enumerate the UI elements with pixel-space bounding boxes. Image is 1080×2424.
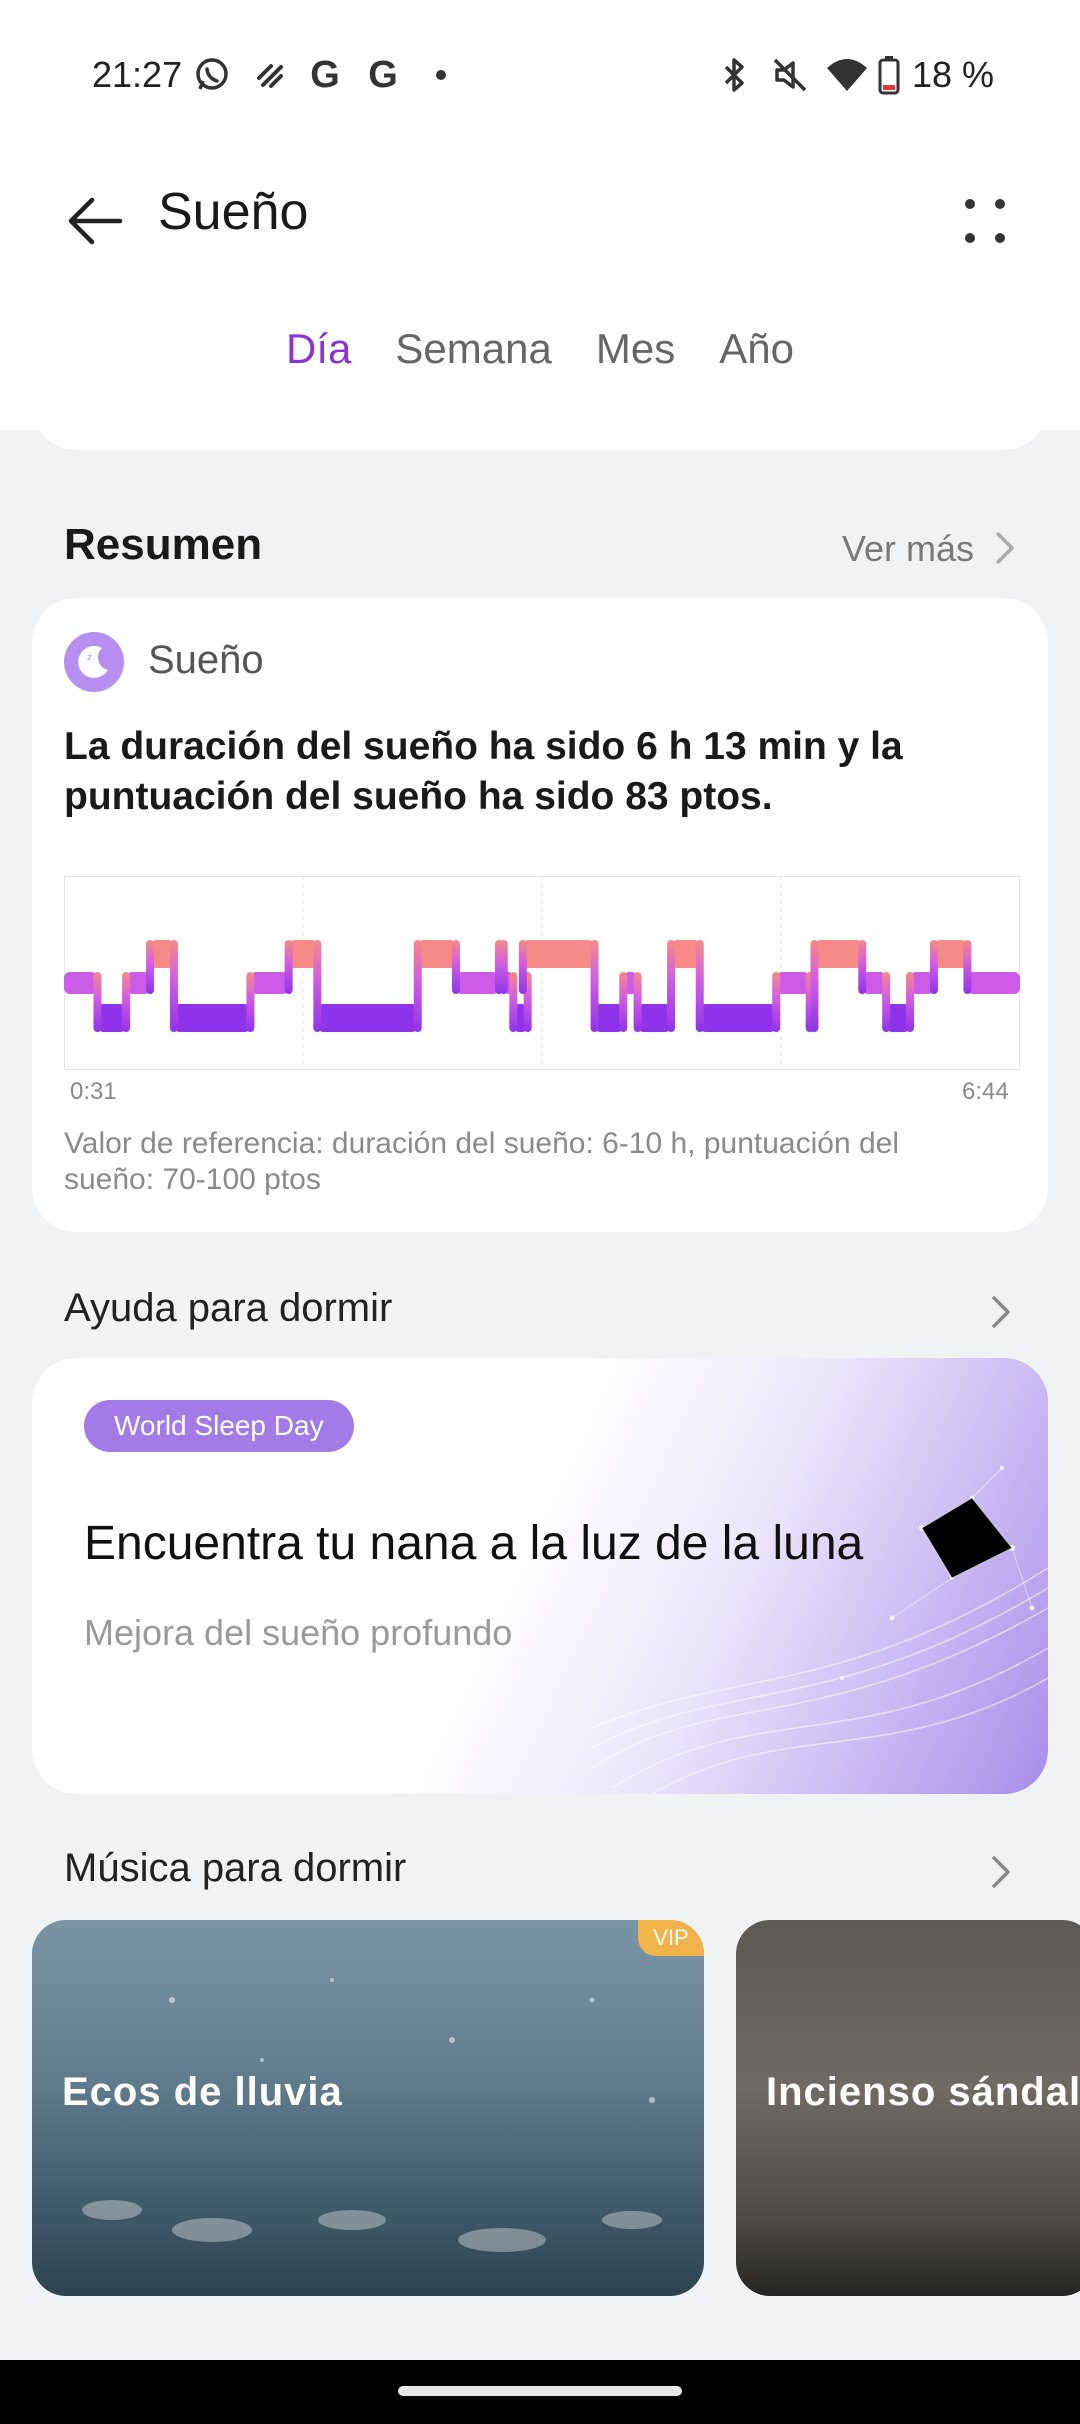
chevron-right-icon[interactable] [980, 1292, 1020, 1332]
chevron-right-icon[interactable] [980, 1852, 1020, 1892]
mute-icon [768, 52, 812, 98]
google-icon: G [310, 53, 340, 96]
sleep-stage-deep [637, 1004, 672, 1032]
sleep-stage-deep [594, 1004, 624, 1032]
music-card-incense[interactable]: Incienso sándal [736, 1920, 1080, 2296]
stage-transition [882, 972, 891, 1032]
sleep-help-banner[interactable]: World Sleep Day Encuentra tu nana a la l… [32, 1358, 1048, 1794]
home-handle[interactable] [398, 2386, 682, 2396]
stage-transition [772, 972, 781, 1032]
stage-transition [619, 972, 628, 1032]
music-title: Incienso sándal [766, 2070, 1080, 2114]
moon-icon: z [64, 632, 124, 692]
stage-transition [810, 940, 819, 1032]
sleep-stage-chart [64, 876, 1020, 1070]
sleep-stage-light [776, 972, 810, 994]
chevron-right-icon[interactable] [984, 528, 1024, 568]
stage-transition [858, 940, 867, 994]
stage-transition [413, 940, 422, 1032]
sleep-stage-deep [97, 1004, 127, 1032]
sleep-stage-REM [933, 940, 968, 968]
chart-start-time: 0:31 [70, 1078, 117, 1105]
stage-transition [169, 940, 178, 1032]
sleep-stage-deep [173, 1004, 251, 1032]
stage-transition [518, 940, 527, 994]
svg-text:z: z [87, 653, 92, 663]
battery-icon [874, 52, 904, 98]
stage-transition [667, 940, 676, 1032]
chart-end-time: 6:44 [962, 1078, 1009, 1105]
music-title: Ecos de lluvia [62, 2070, 343, 2114]
sleep-music-heading[interactable]: Música para dormir [64, 1846, 406, 1891]
reference-values: Valor de referencia: duración del sueño:… [64, 1127, 900, 1196]
app-icon [250, 52, 290, 98]
stage-transition [146, 940, 155, 994]
wifi-icon [824, 52, 870, 98]
world-sleep-day-badge: World Sleep Day [84, 1400, 354, 1452]
stage-transition [313, 940, 322, 1032]
stage-transition [633, 972, 642, 1032]
stage-transition [695, 940, 704, 1032]
stage-transition [93, 972, 102, 1032]
app-bar: Sueño [0, 160, 1080, 280]
sleep-stage-deep [699, 1004, 777, 1032]
see-more-link[interactable]: Ver más [842, 528, 974, 570]
previous-card-bottom [32, 380, 1048, 450]
stage-transition [499, 940, 508, 994]
sleep-stage-REM [522, 940, 595, 968]
more-options-icon[interactable] [950, 188, 1020, 258]
stage-transition [284, 940, 293, 994]
stage-transition [246, 972, 255, 1032]
back-arrow-icon[interactable] [62, 186, 132, 256]
sleep-summary-text: La duración del sueño ha sido 6 h 13 min… [64, 725, 903, 818]
status-time: 21:27 [92, 54, 183, 95]
summary-heading: Resumen [64, 520, 263, 569]
dot-icon [428, 52, 454, 98]
stage-transition [963, 940, 972, 994]
bluetooth-icon [714, 52, 754, 98]
sleep-stage-light [455, 972, 499, 994]
sleep-stage-REM [814, 940, 863, 968]
page-title: Sueño [158, 183, 309, 241]
sleep-stage-REM [417, 940, 456, 968]
stage-transition [929, 940, 938, 994]
battery-percent: 18 % [912, 54, 995, 95]
sleep-stage-REM [671, 940, 700, 968]
stage-transition [509, 972, 518, 1032]
sleep-stage-REM [288, 940, 318, 968]
stage-transition [906, 972, 915, 1032]
music-card-rain[interactable]: Ecos de lluvia VIP [32, 1920, 704, 2296]
stage-transition [590, 940, 599, 1032]
sleep-help-heading[interactable]: Ayuda para dormir [64, 1286, 392, 1331]
sleep-stage-deep [317, 1004, 418, 1032]
whatsapp-icon [190, 52, 234, 98]
wave-decoration [592, 1466, 1048, 1794]
system-nav-bar [0, 2360, 1080, 2424]
banner-title: Encuentra tu nana a la luz de la luna [84, 1517, 864, 1570]
sleep-stage-light [967, 972, 1020, 994]
status-bar: 21:27 G G 18 % [0, 0, 1080, 150]
stage-transition [122, 972, 131, 1032]
banner-subtitle: Mejora del sueño profundo [84, 1612, 513, 1653]
vip-badge: VIP [638, 1920, 704, 1956]
google-icon: G [368, 53, 398, 96]
sleep-stage-light [64, 972, 98, 994]
sleep-stage-light [250, 972, 289, 994]
card-title: Sueño [148, 638, 264, 682]
stage-transition [451, 940, 460, 994]
